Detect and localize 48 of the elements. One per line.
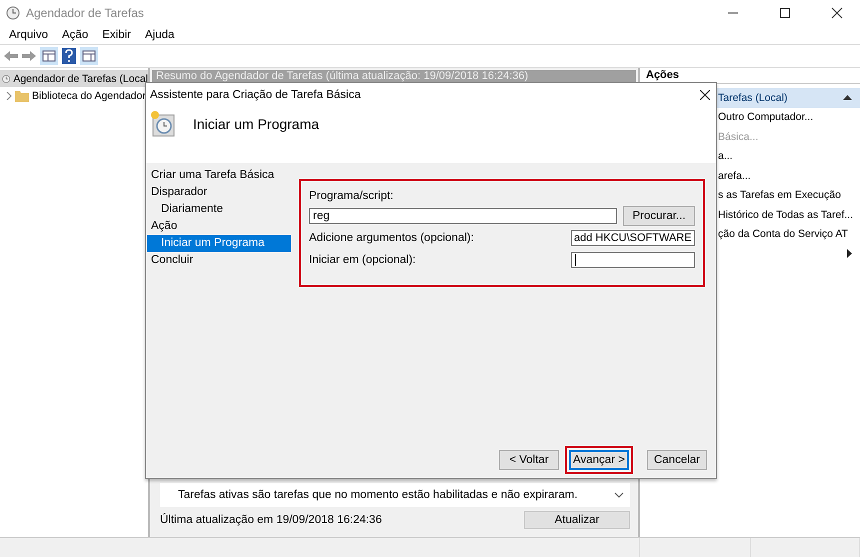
action-item[interactable]: s as Tarefas em Execução xyxy=(718,189,841,202)
menu-item[interactable]: Ação xyxy=(55,29,96,41)
dialog-title: Assistente para Criação de Tarefa Básica xyxy=(150,89,361,101)
action-item[interactable]: Histórico de Todas as Taref... xyxy=(718,208,854,221)
input-field[interactable]: add HKCU\SOFTWARE xyxy=(571,230,695,246)
dialog-heading: Iniciar um Programa xyxy=(193,116,320,132)
wizard-step[interactable]: Concluir xyxy=(147,252,291,269)
menu-item[interactable]: Exibir xyxy=(95,29,138,41)
forward-arrow-icon[interactable] xyxy=(22,50,36,62)
menu-item[interactable]: Arquivo xyxy=(2,29,55,41)
summary-header: Resumo do Agendador de Tarefas (última atualização: 19/09/2018 16:24:36) xyxy=(152,70,636,82)
close-icon[interactable] xyxy=(700,90,710,100)
field-label: Adicione argumentos (opcional): xyxy=(309,232,474,244)
refresh-button[interactable]: Atualizar xyxy=(524,511,630,529)
wizard-step[interactable]: Criar uma Tarefa Básica xyxy=(147,167,291,184)
dialog-button[interactable]: Avançar > xyxy=(569,450,629,470)
last-update-text: Última atualização em 19/09/2018 16:24:36 xyxy=(160,514,382,526)
chevron-down-icon[interactable] xyxy=(614,492,624,498)
field-label: Iniciar em (opcional): xyxy=(309,254,416,266)
tree-item[interactable]: Agendador de Tarefas (Local xyxy=(0,70,148,87)
panel-icon[interactable] xyxy=(80,47,98,65)
menu-item[interactable]: Ajuda xyxy=(138,29,182,41)
field-label: Programa/script: xyxy=(309,190,394,202)
collapse-icon[interactable] xyxy=(843,95,852,100)
window-title: Agendador de Tarefas xyxy=(26,6,145,20)
folder-icon xyxy=(15,90,29,102)
wizard-step[interactable]: Disparador xyxy=(147,184,291,201)
dialog-button[interactable]: < Voltar xyxy=(499,450,559,470)
clock-icon xyxy=(151,111,175,137)
action-item[interactable]: a... xyxy=(718,150,733,162)
tree-item[interactable]: Biblioteca do Agendador xyxy=(0,87,148,104)
wizard-step[interactable]: Ação xyxy=(147,218,291,235)
help-icon[interactable] xyxy=(62,48,76,64)
panel-icon[interactable] xyxy=(40,47,58,65)
action-item[interactable]: arefa... xyxy=(718,170,751,182)
input-field[interactable]: reg xyxy=(309,208,617,224)
action-item[interactable]: Outro Computador... xyxy=(718,111,814,124)
back-arrow-icon[interactable] xyxy=(4,50,18,62)
submenu-arrow-icon[interactable] xyxy=(847,249,852,258)
dialog-button[interactable]: Cancelar xyxy=(647,450,707,470)
action-item[interactable]: ção da Conta do Serviço AT xyxy=(718,228,848,240)
wizard-step[interactable]: Iniciar um Programa xyxy=(147,235,291,252)
wizard-step[interactable]: Diariamente xyxy=(147,201,291,218)
browse-button[interactable]: Procurar... xyxy=(623,206,695,226)
chevron-icon[interactable] xyxy=(6,92,12,100)
active-tasks-note: Tarefas ativas são tarefas que no momento estão habilitadas e não expiraram. xyxy=(178,489,579,501)
input-field[interactable] xyxy=(571,252,695,268)
clock-icon xyxy=(6,6,20,20)
